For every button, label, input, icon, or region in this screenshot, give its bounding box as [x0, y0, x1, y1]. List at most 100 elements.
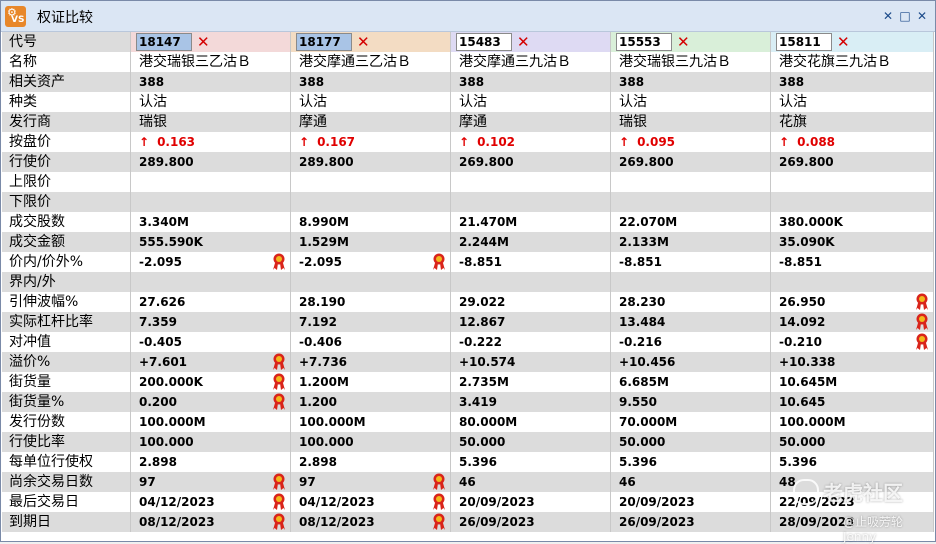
cell-value: 269.800 [619, 155, 674, 169]
cell-value: -0.405 [139, 335, 182, 349]
table-cell: +10.456 [611, 352, 771, 372]
table-cell: 20/09/2023 [451, 492, 611, 512]
cell-value: 13.484 [619, 315, 666, 329]
table-cell: 1.200 [291, 392, 451, 412]
table-cell [291, 272, 451, 292]
minimize-icon[interactable]: ✕ [881, 9, 895, 23]
cell-value: 0.167 [317, 135, 356, 149]
table-cell: 7.192 [291, 312, 451, 332]
row-label: 下限价 [2, 192, 131, 212]
cell-value: 100.000 [299, 435, 354, 449]
cell-value: +10.338 [779, 355, 836, 369]
table-cell: 5.396 [451, 452, 611, 472]
table-cell: -0.216 [611, 332, 771, 352]
table-cell: ↑ 0.088 [771, 132, 934, 152]
table-cell: 289.800 [131, 152, 291, 172]
row-label: 种类 [2, 92, 131, 112]
table-cell: -2.095 [291, 252, 451, 272]
table-cell: +7.736 [291, 352, 451, 372]
table-cell: 2.244M [451, 232, 611, 252]
row-label: 界内/外 [2, 272, 131, 292]
cell-value: 26/09/2023 [459, 515, 535, 529]
cell-value: 9.550 [619, 395, 657, 409]
table-cell: 388 [611, 72, 771, 92]
remove-icon[interactable]: ✕ [517, 33, 530, 51]
code-input[interactable]: 15811 [776, 33, 832, 51]
table-cell: 04/12/2023 [291, 492, 451, 512]
table-cell: 21.470M [451, 212, 611, 232]
code-input[interactable]: 15553 [616, 33, 672, 51]
code-input[interactable]: 18147 [136, 33, 192, 51]
table-row: 每单位行使权 2.898 2.898 5.396 5.396 5.396 [2, 452, 934, 472]
table-cell: 港交瑞银三九沽Ｂ [611, 52, 771, 72]
table-cell: +7.601 [131, 352, 291, 372]
table-cell: 8.990M [291, 212, 451, 232]
row-label: 按盘价 [2, 132, 131, 152]
table-cell: 08/12/2023 [131, 512, 291, 532]
title-bar[interactable]: ⚙ VS 权证比较 ✕ □ ✕ [1, 1, 935, 32]
cell-value: 认沽 [139, 94, 167, 110]
cell-value: 50.000 [459, 435, 506, 449]
maximize-icon[interactable]: □ [898, 9, 912, 23]
code-row: 代号 18147 ✕ 18177 ✕ 15483 ✕ 15553 ✕ 15811… [2, 32, 934, 52]
cell-value: 瑞银 [139, 114, 167, 130]
table-cell: 2.898 [291, 452, 451, 472]
table-cell: 12.867 [451, 312, 611, 332]
cell-value: 388 [299, 75, 325, 89]
cell-value: 认沽 [299, 94, 327, 110]
remove-icon[interactable]: ✕ [837, 33, 850, 51]
table-cell: -0.406 [291, 332, 451, 352]
cell-value: 5.396 [619, 455, 657, 469]
table-cell: 认沽 [611, 92, 771, 112]
row-label: 最后交易日 [2, 492, 131, 512]
table-row: 引伸波幅% 27.626 28.190 29.022 28.230 26.950 [2, 292, 934, 312]
code-input[interactable]: 15483 [456, 33, 512, 51]
cell-value: -8.851 [779, 255, 822, 269]
cell-value: -0.210 [779, 335, 822, 349]
table-cell: 5.396 [771, 452, 934, 472]
table-cell: 摩通 [451, 112, 611, 132]
table-cell: 26/09/2023 [611, 512, 771, 532]
table-cell [771, 192, 934, 212]
row-label: 溢价% [2, 352, 131, 372]
table-cell: 269.800 [451, 152, 611, 172]
remove-icon[interactable]: ✕ [677, 33, 690, 51]
table-cell: -8.851 [771, 252, 934, 272]
table-cell: 认沽 [451, 92, 611, 112]
row-label: 尚余交易日数 [2, 472, 131, 492]
row-label: 实际杠杆比率 [2, 312, 131, 332]
cell-value: 认沽 [619, 94, 647, 110]
table-cell: 14.092 [771, 312, 934, 332]
watermark-brand: 老虎社区 [823, 481, 903, 505]
cell-value: 28.230 [619, 295, 666, 309]
table-cell: 10.645M [771, 372, 934, 392]
code-input[interactable]: 18177 [296, 33, 352, 51]
row-label: 行使价 [2, 152, 131, 172]
table-cell: 1.200M [291, 372, 451, 392]
table-cell: 50.000 [451, 432, 611, 452]
cell-value: 269.800 [779, 155, 834, 169]
cell-value: 380.000K [779, 215, 843, 229]
table-cell: 9.550 [611, 392, 771, 412]
cell-value: 认沽 [459, 94, 487, 110]
remove-icon[interactable]: ✕ [197, 33, 210, 51]
cell-value: 7.359 [139, 315, 177, 329]
table-cell: 200.000K [131, 372, 291, 392]
cell-value: 289.800 [299, 155, 354, 169]
table-cell: 2.735M [451, 372, 611, 392]
table-cell: -0.405 [131, 332, 291, 352]
cell-value: 555.590K [139, 235, 203, 249]
close-icon[interactable]: ✕ [915, 9, 929, 23]
table-cell: 70.000M [611, 412, 771, 432]
cell-value: -8.851 [459, 255, 502, 269]
row-label: 到期日 [2, 512, 131, 532]
tiger-logo-icon [793, 479, 819, 505]
row-label: 相关资产 [2, 72, 131, 92]
table-cell: 29.022 [451, 292, 611, 312]
cell-value: 2.244M [459, 235, 509, 249]
table-row: 种类 认沽 认沽 认沽 认沽 认沽 [2, 92, 934, 112]
cell-value: 5.396 [459, 455, 497, 469]
cell-value: -8.851 [619, 255, 662, 269]
table-cell: 港交瑞银三乙沽Ｂ [131, 52, 291, 72]
remove-icon[interactable]: ✕ [357, 33, 370, 51]
